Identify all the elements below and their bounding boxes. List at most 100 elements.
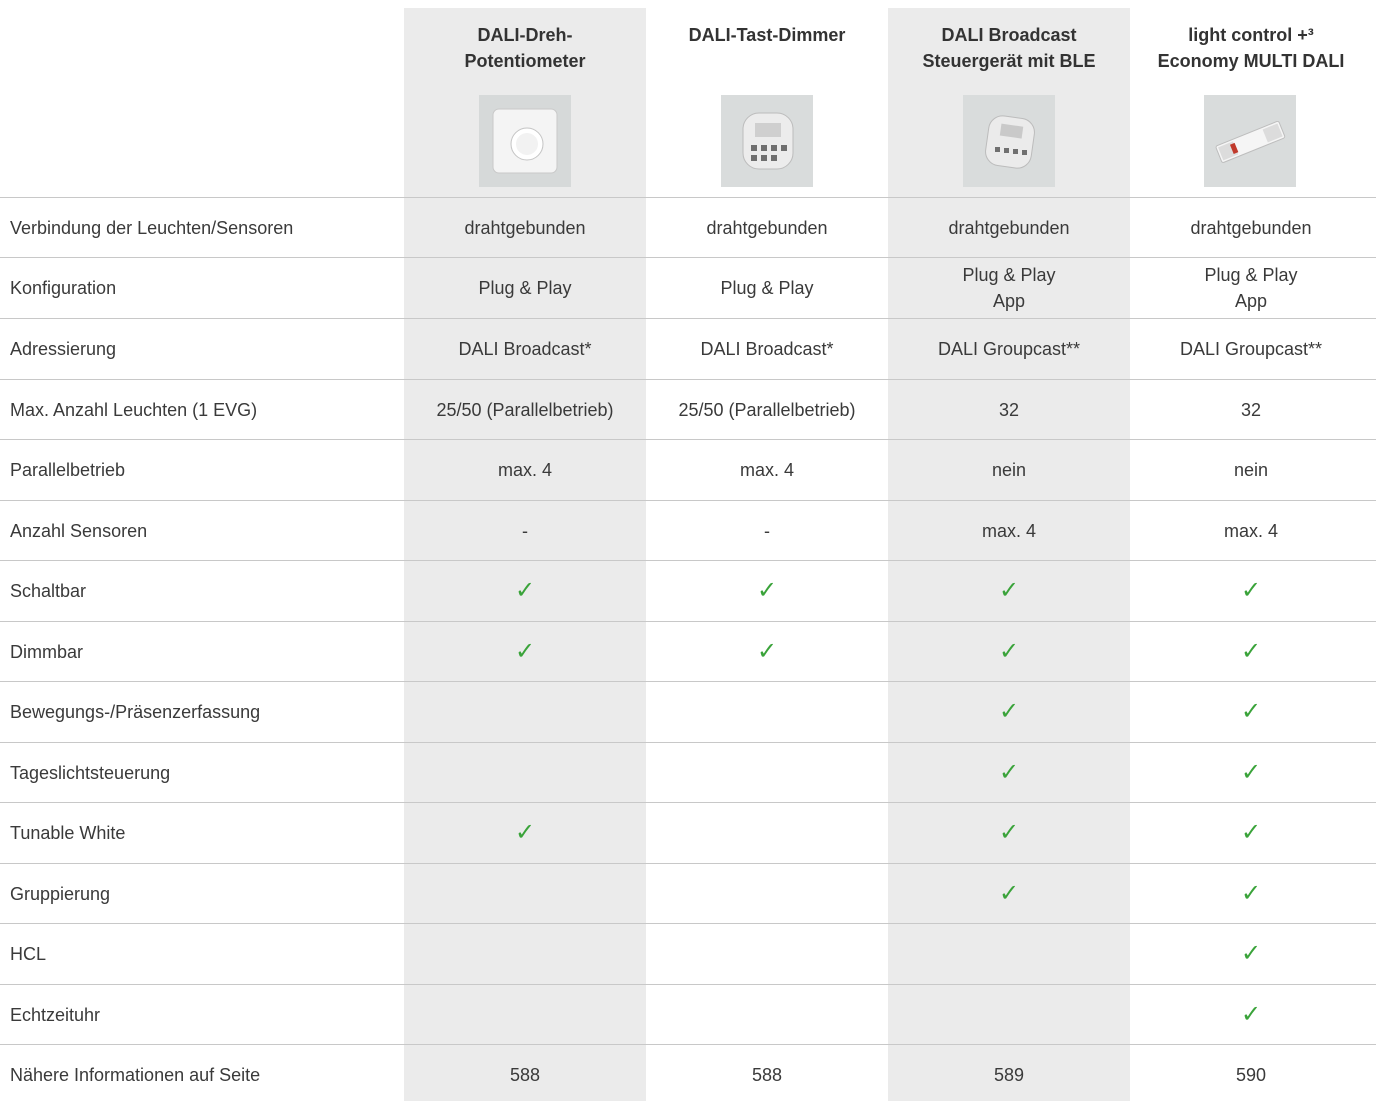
- push-dimmer-module-image: [721, 95, 813, 187]
- table-cell: 32: [1240, 400, 1262, 420]
- checkmark-icon: ✓: [998, 698, 1020, 725]
- product-header-2: DALI-Tast-Dimmer: [646, 22, 888, 48]
- table-cell: 590: [1235, 1065, 1267, 1085]
- checkmark-icon: ✓: [1240, 1001, 1262, 1028]
- table-cell: [646, 924, 888, 984]
- table-cell: max. 4: [497, 460, 553, 480]
- table-cell: DALI Broadcast*: [700, 339, 834, 359]
- table-cell: [888, 985, 1130, 1045]
- row-label: Tunable White: [10, 822, 126, 843]
- checkmark-icon: ✓: [998, 638, 1020, 665]
- row-label: Verbindung der Leuchten/Sensoren: [10, 217, 294, 238]
- table-cell: [646, 864, 888, 924]
- checkmark-icon: ✓: [998, 880, 1020, 907]
- checkmark-icon: ✓: [998, 819, 1020, 846]
- table-cell: [888, 924, 1130, 984]
- row-label: Dimmbar: [10, 641, 84, 662]
- table-cell: [404, 864, 646, 924]
- row-label: Schaltbar: [10, 580, 87, 601]
- checkmark-icon: ✓: [514, 638, 536, 665]
- table-cell: [404, 985, 646, 1045]
- row-label: Parallelbetrieb: [10, 459, 126, 480]
- checkmark-icon: ✓: [1240, 638, 1262, 665]
- table-row: HCL ✓: [0, 924, 1376, 984]
- row-label: Konfiguration: [10, 277, 117, 298]
- product-title: light control +³ Economy MULTI DALI: [1157, 25, 1345, 71]
- table-cell: [404, 924, 646, 984]
- table-cell: [646, 803, 888, 863]
- row-label: Tageslichtsteuerung: [10, 762, 171, 783]
- table-cell: [646, 682, 888, 742]
- row-label: Echtzeituhr: [10, 1004, 101, 1025]
- checkmark-icon: ✓: [514, 819, 536, 846]
- table-cell: Plug & Play App: [962, 265, 1056, 311]
- table-row: Parallelbetrieb max. 4 max. 4 nein nein: [0, 440, 1376, 500]
- product-header-1: DALI-Dreh- Potentiometer: [404, 22, 646, 74]
- product-title: DALI Broadcast Steuergerät mit BLE: [922, 25, 1096, 71]
- table-cell: -: [522, 521, 528, 541]
- table-cell: Plug & Play: [720, 278, 814, 298]
- table-cell: Plug & Play: [478, 278, 572, 298]
- table-cell: DALI Groupcast**: [1179, 339, 1323, 359]
- checkmark-icon: ✓: [756, 638, 778, 665]
- table-cell: 589: [993, 1065, 1025, 1085]
- table-row: Tageslichtsteuerung ✓ ✓: [0, 743, 1376, 803]
- row-label: Nähere Informationen auf Seite: [10, 1064, 261, 1085]
- table-row: Nähere Informationen auf Seite 588 588 5…: [0, 1045, 1376, 1105]
- ble-controller-module-image: [963, 95, 1055, 187]
- table-row: Echtzeituhr ✓: [0, 985, 1376, 1045]
- product-header-3: DALI Broadcast Steuergerät mit BLE: [888, 22, 1130, 74]
- checkmark-icon: ✓: [1240, 698, 1262, 725]
- table-cell: [646, 985, 888, 1045]
- table-row: Konfiguration Plug & Play Plug & Play Pl…: [0, 258, 1376, 318]
- checkmark-icon: ✓: [1240, 577, 1262, 604]
- table-row: Verbindung der Leuchten/Sensoren drahtge…: [0, 198, 1376, 258]
- table-cell: max. 4: [981, 521, 1037, 541]
- row-label: Max. Anzahl Leuchten (1 EVG): [10, 399, 258, 420]
- table-cell: drahtgebunden: [948, 218, 1070, 238]
- product-title: DALI-Tast-Dimmer: [688, 25, 846, 45]
- checkmark-icon: ✓: [1240, 880, 1262, 907]
- table-row: Gruppierung ✓ ✓: [0, 864, 1376, 924]
- table-row: Adressierung DALI Broadcast* DALI Broadc…: [0, 319, 1376, 379]
- table-cell: [404, 743, 646, 803]
- product-title: DALI-Dreh- Potentiometer: [464, 25, 586, 71]
- table-cell: 588: [509, 1065, 541, 1085]
- row-label: Anzahl Sensoren: [10, 520, 148, 541]
- table-cell: -: [764, 521, 770, 541]
- table-cell: drahtgebunden: [464, 218, 586, 238]
- rotary-dimmer-image: [479, 95, 571, 187]
- checkmark-icon: ✓: [1240, 819, 1262, 846]
- table-cell: DALI Broadcast*: [458, 339, 592, 359]
- checkmark-icon: ✓: [756, 577, 778, 604]
- table-cell: 588: [751, 1065, 783, 1085]
- table-cell: drahtgebunden: [1190, 218, 1312, 238]
- row-label: HCL: [10, 943, 47, 964]
- table-row: Schaltbar ✓ ✓ ✓ ✓: [0, 561, 1376, 621]
- multi-dali-controller-image: [1204, 95, 1296, 187]
- table-cell: drahtgebunden: [706, 218, 828, 238]
- checkmark-icon: ✓: [1240, 940, 1262, 967]
- table-cell: max. 4: [1223, 521, 1279, 541]
- table-row: Bewegungs-/Präsenzerfassung ✓ ✓: [0, 682, 1376, 742]
- table-row: Anzahl Sensoren - - max. 4 max. 4: [0, 501, 1376, 561]
- row-label: Bewegungs-/Präsenzerfassung: [10, 701, 261, 722]
- product-header-4: light control +³ Economy MULTI DALI: [1130, 22, 1372, 74]
- table-cell: nein: [1233, 460, 1269, 480]
- table-cell: nein: [991, 460, 1027, 480]
- row-label: Gruppierung: [10, 883, 111, 904]
- table-cell: 25/50 (Parallelbetrieb): [436, 400, 614, 420]
- table-cell: Plug & Play App: [1204, 265, 1298, 311]
- table-row: Max. Anzahl Leuchten (1 EVG) 25/50 (Para…: [0, 380, 1376, 440]
- checkmark-icon: ✓: [998, 759, 1020, 786]
- table-cell: max. 4: [739, 460, 795, 480]
- table-row: Tunable White ✓ ✓ ✓: [0, 803, 1376, 863]
- row-label: Adressierung: [10, 338, 117, 359]
- table-cell: [404, 682, 646, 742]
- table-cell: [646, 743, 888, 803]
- table-cell: 32: [998, 400, 1020, 420]
- checkmark-icon: ✓: [1240, 759, 1262, 786]
- checkmark-icon: ✓: [514, 577, 536, 604]
- checkmark-icon: ✓: [998, 577, 1020, 604]
- table-cell: 25/50 (Parallelbetrieb): [678, 400, 856, 420]
